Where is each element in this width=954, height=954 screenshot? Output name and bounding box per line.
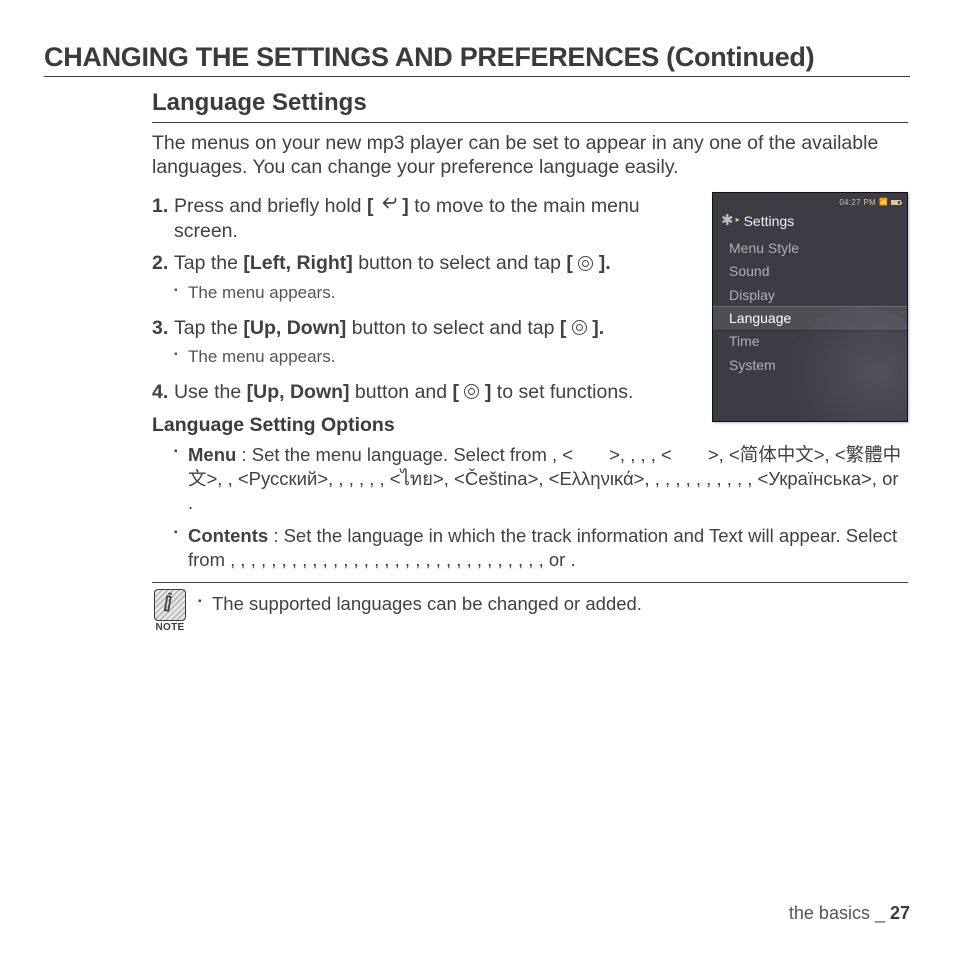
status-time: 04:27 PM bbox=[839, 198, 876, 207]
signal-icon: 📶 bbox=[879, 198, 888, 206]
step-number: 4. bbox=[152, 380, 174, 404]
note-label: NOTE bbox=[156, 622, 185, 633]
select-icon bbox=[578, 256, 593, 271]
gear-icon: ✱ bbox=[721, 213, 734, 228]
select-icon bbox=[464, 384, 479, 399]
device-screenshot: 04:27 PM 📶 ✱ ▸ Settings Menu StyleSoundD… bbox=[712, 192, 908, 422]
caret-icon: ▸ bbox=[736, 215, 740, 224]
note-badge: NOTE bbox=[152, 589, 188, 633]
step-number: 1. bbox=[152, 194, 174, 243]
pencil-icon bbox=[155, 589, 186, 621]
back-icon bbox=[379, 192, 397, 216]
footer-page-number: 27 bbox=[890, 903, 910, 923]
option-item: Contents : Set the language in which the… bbox=[174, 524, 908, 571]
menu-item: Time bbox=[726, 330, 907, 353]
menu-item: Language bbox=[713, 307, 908, 330]
page-title: CHANGING THE SETTINGS AND PREFERENCES (C… bbox=[44, 42, 910, 77]
step-sub-bullet: The menu appears. bbox=[174, 346, 703, 368]
menu-item: Menu Style bbox=[726, 237, 907, 260]
page-footer: the basics _ 27 bbox=[789, 903, 910, 924]
status-bar: 04:27 PM 📶 bbox=[839, 198, 901, 207]
footer-section: the basics _ bbox=[789, 903, 890, 923]
step-number: 3. bbox=[152, 316, 174, 372]
step-number: 2. bbox=[152, 251, 174, 307]
select-icon bbox=[572, 320, 587, 335]
note-text: The supported languages can be changed o… bbox=[198, 589, 642, 615]
intro-paragraph: The menus on your new mp3 player can be … bbox=[152, 131, 908, 180]
battery-icon bbox=[891, 200, 901, 205]
screen-title: Settings bbox=[744, 213, 795, 229]
step-sub-bullet: The menu appears. bbox=[174, 282, 703, 304]
menu-item: System bbox=[726, 354, 907, 377]
menu-item: Display bbox=[726, 284, 907, 307]
section-heading: Language Settings bbox=[152, 89, 908, 123]
settings-menu-list: Menu StyleSoundDisplayLanguageTimeSystem bbox=[713, 235, 907, 377]
option-item: Menu : Set the menu language. Select fro… bbox=[174, 443, 908, 514]
menu-item: Sound bbox=[726, 260, 907, 283]
